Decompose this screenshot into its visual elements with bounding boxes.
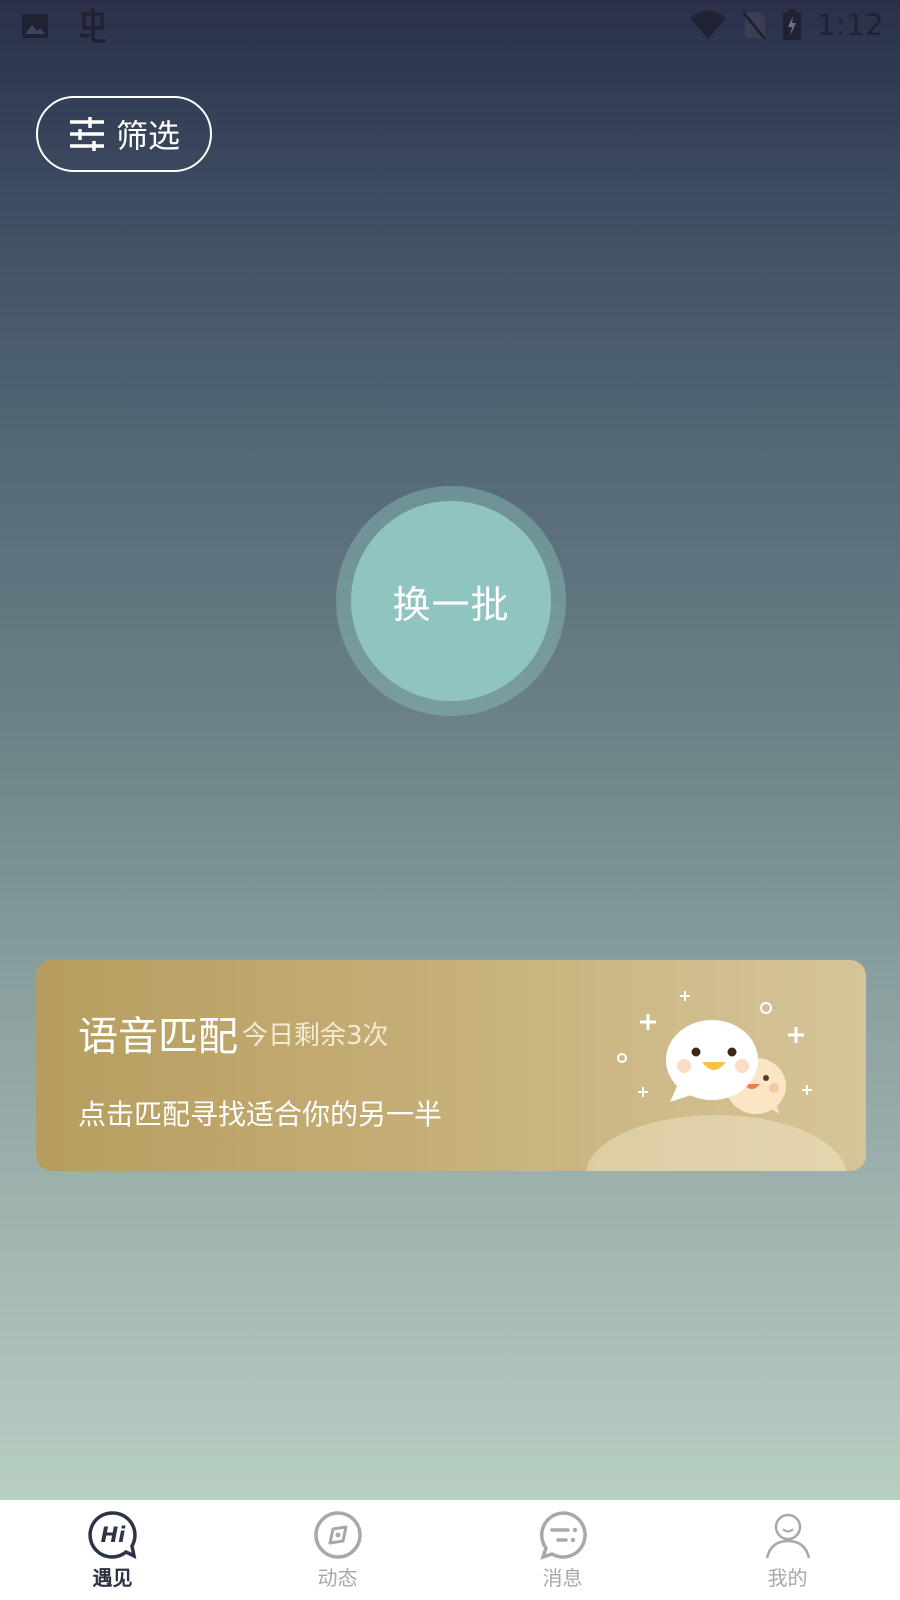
- nav-item-me[interactable]: 我的: [675, 1500, 900, 1600]
- status-bar: 1:12: [0, 0, 900, 50]
- nav-label-me: 我的: [767, 1566, 808, 1590]
- nav-item-messages[interactable]: 消息: [450, 1500, 675, 1600]
- hi-chat-icon: Hi: [87, 1511, 137, 1560]
- wifi-icon: [689, 11, 726, 39]
- voice-match-card[interactable]: 语音匹配 今日剩余3次 点击匹配寻找适合你的另一半: [36, 960, 866, 1171]
- message-icon: [539, 1511, 587, 1560]
- voice-match-remaining: 今日剩余3次: [242, 1021, 389, 1051]
- nav-item-encounter[interactable]: Hi 遇见: [0, 1500, 225, 1600]
- svg-text:Hi: Hi: [100, 1523, 126, 1547]
- user-icon: [765, 1513, 810, 1559]
- nav-label-messages: 消息: [542, 1566, 583, 1590]
- screen: 1:12 筛选 换一批 语音匹配 今日剩余3次 点击匹配寻找适合你的另一半 Hi…: [0, 0, 900, 1600]
- status-left: [20, 8, 110, 44]
- refresh-ring: 换一批: [336, 486, 566, 716]
- bottom-nav: Hi 遇见 动态 消息 我的: [0, 1500, 900, 1600]
- image-icon: [22, 14, 48, 38]
- nav-label-encounter: 遇见: [92, 1566, 133, 1590]
- nav-item-moments[interactable]: 动态: [225, 1500, 450, 1600]
- no-sim-icon: [741, 11, 767, 40]
- compass-icon: [313, 1511, 362, 1559]
- voice-match-subtitle: 点击匹配寻找适合你的另一半: [78, 1098, 443, 1131]
- filter-button[interactable]: 筛选: [36, 96, 212, 172]
- battery-charging-icon: [782, 9, 801, 40]
- status-time: 1:12: [816, 8, 884, 42]
- voice-match-title: 语音匹配: [78, 1014, 238, 1060]
- status-right: 1:12: [689, 8, 884, 42]
- refresh-label: 换一批: [392, 582, 510, 627]
- chat-bubbles-illustration: [586, 991, 846, 1171]
- app-logo-icon: [79, 8, 106, 43]
- filter-label: 筛选: [115, 117, 180, 155]
- refresh-button[interactable]: 换一批: [351, 501, 551, 701]
- nav-label-moments: 动态: [317, 1566, 358, 1590]
- sliders-icon: [69, 117, 104, 151]
